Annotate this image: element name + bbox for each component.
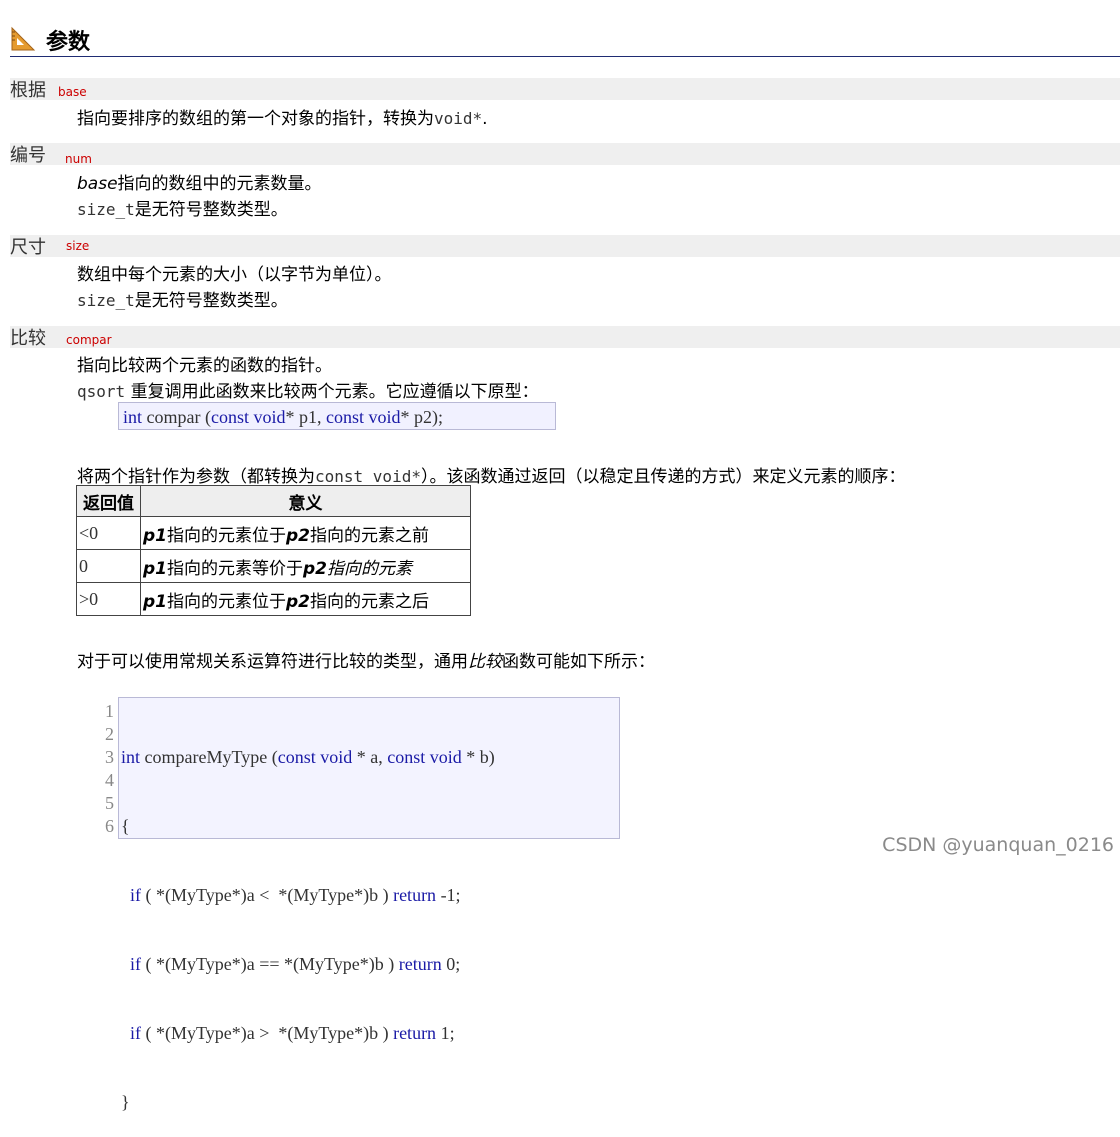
param-header-size: 尺寸 size [10,235,1120,258]
code-line: if ( *(MyType*)a == *(MyType*)b ) return… [130,954,461,974]
line-number: 4 [105,770,114,790]
page-title: 参数 [46,30,91,55]
table-row: <0 p1指向的元素位于p2指向的元素之前 [76,516,471,550]
param-header-base: 根据 base [10,78,1120,101]
code-lines: int compareMyType (const void * a, const… [121,700,495,1137]
watermark: CSDN @yuanquan_0216 [882,834,1114,856]
param-header-compar: 比较 compar [10,326,1120,349]
param-label: 比较 [10,328,46,349]
param-label: 根据 [10,80,46,101]
line-number: 1 [105,701,114,721]
table-row: 0 p1指向的元素等价于p2指向的元素 [76,549,471,583]
code-line: if ( *(MyType*)a < *(MyType*)b ) return … [130,885,461,905]
param-desc: qsort 重复调用此函数来比较两个元素。它应遵循以下原型： [77,382,539,402]
param-name: size [66,239,90,253]
return-value-table: 返回值 意义 <0 p1指向的元素位于p2指向的元素之前 0 p1指向的元素等价… [76,485,471,616]
param-desc: 数组中每个元素的大小（以字节为单位）。 [77,265,392,285]
example-intro: 对于可以使用常规关系运算符进行比较的类型，通用比较函数可能如下所示： [77,652,655,672]
code-line: if ( *(MyType*)a > *(MyType*)b ) return … [130,1023,455,1043]
param-name: compar [66,333,112,347]
table-header: 返回值 [76,485,141,517]
table-cell: <0 [76,516,141,550]
table-header: 意义 [140,485,471,517]
table-cell: >0 [76,582,141,616]
param-desc: 指向比较两个元素的函数的指针。 [77,356,332,376]
table-cell: p1指向的元素位于p2指向的元素之前 [140,516,471,550]
param-label: 尺寸 [10,237,46,258]
line-number-gutter: 1 2 3 4 5 6 [92,700,114,838]
param-desc: size_t是无符号整数类型。 [77,200,288,220]
code-line: { [121,816,130,836]
param-header-num: 编号 num [10,143,1120,166]
param-name: num [65,152,92,166]
table-header-row: 返回值 意义 [76,485,471,517]
param-name: base [58,85,87,99]
param-desc: 指向要排序的数组的第一个对象的指针，转换为void*. [77,109,488,129]
section-heading: 参数 [10,22,1120,57]
param-label: 编号 [10,145,46,166]
table-cell: p1指向的元素位于p2指向的元素之后 [140,582,471,616]
param-desc: size_t是无符号整数类型。 [77,291,288,311]
prototype-code: int compar (const void* p1, const void* … [118,402,556,430]
line-number: 2 [105,724,114,744]
ruler-triangle-icon [11,26,36,51]
table-cell: p1指向的元素等价于p2指向的元素 [140,549,471,583]
line-number: 3 [105,747,114,767]
line-number: 6 [105,816,114,836]
table-row: >0 p1指向的元素位于p2指向的元素之后 [76,582,471,616]
param-desc: 将两个指针作为参数（都转换为const void*）。该函数通过返回（以稳定且传… [77,467,906,487]
param-desc: base指向的数组中的元素数量。 [77,174,322,194]
code-line: } [121,1092,130,1112]
line-number: 5 [105,793,114,813]
table-cell: 0 [76,549,141,583]
code-line: int compareMyType (const void * a, const… [121,747,495,767]
